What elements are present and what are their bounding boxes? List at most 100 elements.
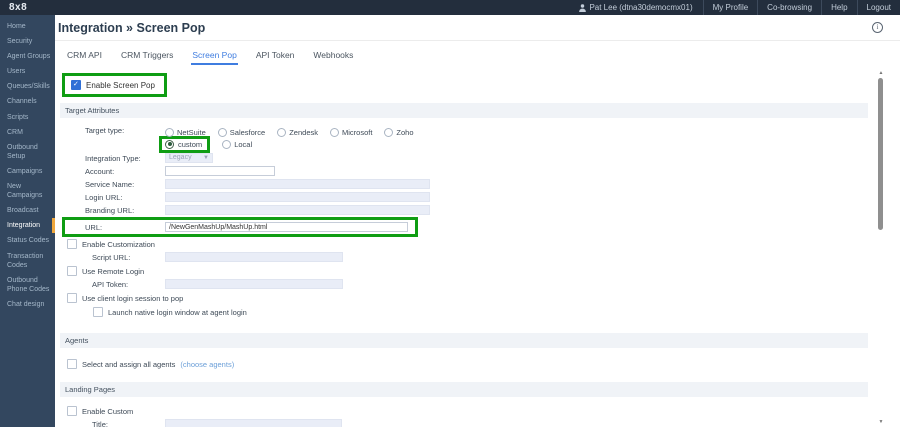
tab-bar: CRM API CRM Triggers Screen Pop API Toke… [62, 41, 900, 65]
radio-custom[interactable] [165, 140, 174, 149]
enable-customization-row: Enable Customization [62, 239, 900, 249]
sidebar: Home Security Agent Groups Users Queues/… [0, 15, 55, 427]
enable-custom-label: Enable Custom [82, 407, 133, 416]
sidebar-item-home[interactable]: Home [0, 19, 55, 34]
enable-screen-pop-checkbox[interactable] [71, 80, 81, 90]
user-icon [579, 4, 586, 12]
radio-local[interactable] [222, 140, 231, 149]
enable-customization-checkbox[interactable] [67, 239, 77, 249]
radio-zoho[interactable] [384, 128, 393, 137]
sidebar-item-transaction-codes[interactable]: Transaction Codes [0, 249, 55, 273]
page-header: Integration » Screen Pop [55, 15, 900, 41]
api-token-input[interactable] [165, 279, 343, 289]
user-menu[interactable]: Pat Lee (dtna30democmx01) [569, 3, 702, 12]
sidebar-item-integration[interactable]: Integration [0, 218, 55, 233]
target-type-row2: custom Local [165, 138, 414, 150]
my-profile-link[interactable]: My Profile [703, 0, 758, 15]
sidebar-item-broadcast[interactable]: Broadcast [0, 203, 55, 218]
help-link[interactable]: Help [821, 0, 856, 15]
enable-screen-pop-label: Enable Screen Pop [86, 81, 155, 90]
page-title: Integration » Screen Pop [55, 15, 900, 35]
url-input[interactable]: /NewGenMashUp/MashUp.html [165, 222, 408, 232]
integration-type-select[interactable]: Legacy▼ [165, 153, 213, 163]
enable-customization-label: Enable Customization [82, 240, 155, 249]
account-label: Account: [85, 167, 165, 176]
sidebar-item-campaigns[interactable]: Campaigns [0, 164, 55, 179]
launch-native-login-checkbox[interactable] [93, 307, 103, 317]
tab-screen-pop[interactable]: Screen Pop [191, 50, 237, 65]
login-url-input[interactable] [165, 192, 430, 202]
tab-crm-triggers[interactable]: CRM Triggers [120, 50, 174, 65]
sidebar-item-channels[interactable]: Channels [0, 94, 55, 109]
sidebar-item-new-campaigns[interactable]: New Campaigns [0, 179, 55, 203]
sidebar-item-crm[interactable]: CRM [0, 125, 55, 140]
use-remote-login-row: Use Remote Login [62, 266, 900, 276]
select-all-agents-row: Select and assign all agents (choose age… [62, 359, 900, 369]
info-icon[interactable] [872, 22, 883, 33]
sidebar-item-outbound-phone-codes[interactable]: Outbound Phone Codes [0, 273, 55, 297]
radio-microsoft[interactable] [330, 128, 339, 137]
landing-title-label: Title: [92, 420, 165, 427]
section-target-attributes: Target Attributes [60, 103, 868, 118]
target-type-options: NetSuite Salesforce Zendesk Microsoft Zo… [165, 126, 414, 150]
scroll-up-arrow[interactable]: ▲ [878, 70, 884, 76]
account-row: Account: [62, 166, 900, 176]
sidebar-item-scripts[interactable]: Scripts [0, 110, 55, 125]
enable-custom-checkbox[interactable] [67, 406, 77, 416]
use-client-login-label: Use client login session to pop [82, 294, 183, 303]
launch-native-login-label: Launch native login window at agent logi… [108, 308, 247, 317]
radio-option-salesforce[interactable]: Salesforce [218, 128, 265, 137]
radio-option-microsoft[interactable]: Microsoft [330, 128, 372, 137]
url-label: URL: [85, 223, 165, 232]
script-url-label: Script URL: [92, 253, 165, 262]
login-url-row: Login URL: [62, 192, 900, 202]
scroll-down-arrow[interactable]: ▼ [878, 419, 884, 425]
use-remote-login-checkbox[interactable] [67, 266, 77, 276]
choose-agents-link[interactable]: (choose agents) [180, 360, 234, 369]
scrollbar-thumb[interactable] [878, 78, 883, 230]
login-url-label: Login URL: [85, 193, 165, 202]
section-agents: Agents [60, 333, 868, 348]
radio-option-local[interactable]: Local [222, 140, 252, 149]
sidebar-item-users[interactable]: Users [0, 64, 55, 79]
sidebar-item-chat-design[interactable]: Chat design [0, 297, 55, 312]
enable-custom-row: Enable Custom [62, 406, 900, 416]
sidebar-item-status-codes[interactable]: Status Codes [0, 233, 55, 248]
service-name-row: Service Name: [62, 179, 900, 189]
api-token-label: API Token: [92, 280, 165, 289]
logout-link[interactable]: Logout [857, 0, 900, 15]
user-name: Pat Lee (dtna30democmx01) [589, 3, 692, 12]
integration-type-label: Integration Type: [85, 154, 165, 163]
sidebar-item-agent-groups[interactable]: Agent Groups [0, 49, 55, 64]
branding-url-label: Branding URL: [85, 206, 165, 215]
tab-crm-api[interactable]: CRM API [66, 50, 103, 65]
tab-api-token[interactable]: API Token [255, 50, 296, 65]
sidebar-item-queues-skills[interactable]: Queues/Skills [0, 79, 55, 94]
use-client-login-checkbox[interactable] [67, 293, 77, 303]
script-url-input[interactable] [165, 252, 343, 262]
radio-option-zoho[interactable]: Zoho [384, 128, 413, 137]
account-input[interactable] [165, 166, 275, 176]
select-all-agents-checkbox[interactable] [67, 359, 77, 369]
branding-url-input[interactable] [165, 205, 430, 215]
co-browsing-link[interactable]: Co-browsing [757, 0, 821, 15]
landing-title-row: Title: [62, 419, 900, 427]
brand-logo: 8x8 [0, 2, 36, 13]
target-type-label: Target type: [85, 126, 165, 135]
app-window: 8x8 Pat Lee (dtna30democmx01) My Profile… [0, 0, 900, 427]
tab-webhooks[interactable]: Webhooks [312, 50, 354, 65]
radio-salesforce[interactable] [218, 128, 227, 137]
radio-option-zendesk[interactable]: Zendesk [277, 128, 318, 137]
radio-zendesk[interactable] [277, 128, 286, 137]
sidebar-item-security[interactable]: Security [0, 34, 55, 49]
service-name-input[interactable] [165, 179, 430, 189]
target-type-row: Target type: NetSuite Salesforce Zendesk… [62, 126, 900, 150]
service-name-label: Service Name: [85, 180, 165, 189]
sidebar-item-outbound-setup[interactable]: Outbound Setup [0, 140, 55, 164]
vertical-scrollbar[interactable]: ▲ ▼ [877, 70, 885, 425]
landing-title-input[interactable] [165, 419, 342, 427]
top-bar: 8x8 Pat Lee (dtna30democmx01) My Profile… [0, 0, 900, 15]
radio-netsuite[interactable] [165, 128, 174, 137]
use-client-login-row: Use client login session to pop [62, 293, 900, 303]
custom-radio-annotation: custom [159, 136, 210, 153]
